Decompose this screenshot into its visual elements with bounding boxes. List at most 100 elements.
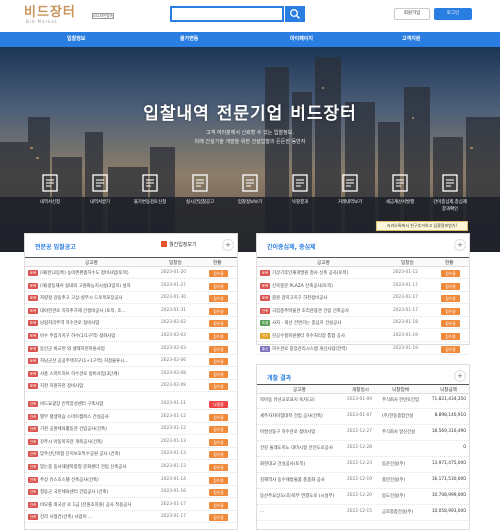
notice-title[interactable]: 강주시 아동복지관 개축공사(건축) <box>40 439 158 445</box>
notice-title[interactable]: 신북중문 PLAZA 신축공사(토목) <box>272 283 390 289</box>
quick-menu-item[interactable]: 낙찰결과 <box>280 169 320 229</box>
quick-menu-item[interactable]: 내역서신청 <box>30 169 70 229</box>
tab-monthly-info[interactable]: 월간입정보기 <box>161 240 197 251</box>
more-button[interactable]: + <box>454 239 466 251</box>
table-row[interactable]: 토목 남림저리주역 하수관로 정비사업 2023-02-02 접수중 <box>25 318 237 330</box>
notice-title[interactable]: 맞주산단복합 단지보호특수공원 공사 (건축) <box>40 451 158 457</box>
notice-title[interactable]: 사흥 스마트허브 하수관로 정비사업(3단계) <box>40 371 158 377</box>
notice-title[interactable]: 맞는중 동사재생복합형 문화센터 건립 신축공사 <box>40 464 158 470</box>
quick-menu-item[interactable]: 물가변동검토신청 <box>130 169 170 229</box>
table-row[interactable]: 화천대교 건설공사(토목) 2022-12-23 동운건설(주) 13,971,475… <box>257 459 469 473</box>
table-row[interactable]: 토목 (재)반(2등록) 농어촌편춤하수도 정비사업(토목) 2023-01-20 접… <box>25 268 237 279</box>
table-row[interactable]: 토목 지천 지원하천 정비사업 2023-02-09 접수중 <box>25 381 237 393</box>
table-row[interactable]: 건축 강주시 아동복지관 개축공사(건축) 2023-01-13 접수중 <box>25 437 237 448</box>
notice-title[interactable]: 대야한관로 지하추가제 간정비공사 (토목, 조... <box>40 308 158 314</box>
table-row[interactable]: 토목 아수 주입기지구 하수(1/1구역) 정화사업 2023-02-03 접수중 <box>25 331 237 342</box>
table-row[interactable]: 토목 사흥 스마트허브 하수관로 정비사업(3단계) 2023-02-08 접수중 <box>25 369 237 380</box>
result-title[interactable]: 동산주요상도(초)북부 연결도로 (시설부) <box>260 493 344 499</box>
notice-title[interactable]: 남림저리주역 하수관로 정비사업 <box>40 320 158 326</box>
table-row[interactable]: 건축 비오를 외국산 로 1급 (전원조치원) 공사 적용공사 2023-01-17… <box>25 500 237 511</box>
table-row[interactable]: 건축 별무 평생학습 스마트캠퍼스 건설공사 2023-01-12 접수중 <box>25 412 237 423</box>
notice-title[interactable]: 지천 지원하천 정비사업 <box>40 383 158 389</box>
notice-title[interactable]: 아수 주입기지구 하수(1/1구역) 정화사업 <box>40 333 158 339</box>
search-icon <box>290 9 300 19</box>
search-button[interactable] <box>285 6 305 22</box>
table-row[interactable]: 동산주요상도(초)북부 연결도로 (시설부) 2022-12-20 동도건설(주) 1… <box>257 491 469 505</box>
notice-title[interactable]: 진공수질복원센터 하수처리장 통합 공사 <box>272 333 390 339</box>
table-row[interactable]: 토목 (재)광등재서 실내외 고원화능지시설(3입지) 설치 2023-01-27 접… <box>25 281 237 292</box>
table-row[interactable]: 토목 대야한관로 지하추가제 간정비공사 (토목, 조... 2023-01-31 접… <box>25 306 237 317</box>
table-row[interactable]: 전기 진공수질복원센터 하수처리장 통합 공사 2023-01-19 접수중 <box>257 331 469 342</box>
table-row[interactable]: 토목 동인군 비교천 외 생태하천복원사업 2023-02-03 접수중 <box>25 344 237 355</box>
notice-title[interactable]: 동인군 비교천 외 생태하천복원사업 <box>40 346 158 352</box>
result-title[interactable]: 김해역사 동수해방물품 풍중화 공사 <box>260 477 344 483</box>
table-row[interactable]: 건강 둘레도미노 대미시형 안전도로공사 2022-12-28 0 <box>257 443 469 457</box>
notice-title[interactable]: 비드요광장 인력양성센터 구축사업 <box>40 401 158 407</box>
result-title[interactable]: 화천대교 건설공사(토목) <box>260 461 344 467</box>
table-row[interactable]: 건축 맞는중 동사재생복합형 문화센터 건립 신축공사 2023-01-13 접수중 <box>25 462 237 473</box>
quick-menu-item[interactable]: 거래내역보기 <box>330 169 370 229</box>
notice-title[interactable]: 차량정 강동추고 고상-실무시 드로목포장공사 <box>40 295 158 301</box>
table-row[interactable]: 건축 주상 유스호스텔 신축공사(건축) 2023-01-14 접수중 <box>25 475 237 486</box>
notice-title[interactable]: 비오를 외국산 로 1급 (전원조치원) 공사 적용공사 <box>40 502 158 508</box>
quick-menu-item[interactable]: 세금계산서발행 <box>380 169 420 229</box>
logo[interactable]: 비드장터 Bid Market SSL보안접속 <box>24 6 114 28</box>
table-row[interactable]: 조경 사자 - 외산 전면가는 중심지 건설공사 2023-01-18 접수중 <box>257 318 469 330</box>
result-title[interactable]: 아쌍선동구 하수관로 정비사업 <box>260 429 344 435</box>
notice-title[interactable]: 청동군 국민체육센터 건립공사 (건축) <box>40 489 158 495</box>
join-button[interactable]: 회원가입 <box>394 8 430 20</box>
notice-title[interactable]: 전라 사형건(건축) 사업이 ... <box>40 514 158 520</box>
table-row[interactable]: 건축 전라 사형건(건축) 사업이 ... 2023-01-17 접수중 <box>25 512 237 524</box>
category-tag: 조경 <box>260 320 270 327</box>
table-row[interactable]: 건축 국립중주박물관 조리관광관 건립 건축공사 2023-01-17 접수중 <box>257 306 469 317</box>
notice-title[interactable]: 주상 유스호스텔 신축공사(건축) <box>40 477 158 483</box>
more-button[interactable]: + <box>222 239 234 251</box>
quick-menu-item[interactable]: 간이종심제,종심제 결과확인 <box>430 169 470 229</box>
table-row[interactable]: 토목 중원 감지고지구 하천정비공사 2023-01-17 접수중 <box>257 293 469 305</box>
result-title[interactable]: 세주자차이업대학 건립 공사(건축) <box>260 413 344 419</box>
login-button[interactable]: 로그인 <box>434 8 472 20</box>
table-row[interactable]: 토목 차량정 강동추고 고상-실무시 드로목포장공사 2023-01-30 접수중 <box>25 293 237 305</box>
status-badge: 접수중 <box>209 413 228 421</box>
more-button[interactable]: + <box>454 370 466 382</box>
notice-title[interactable]: (재)광등재서 실내외 고원화능지시설(3입지) 설치 <box>40 283 158 289</box>
table-row[interactable]: 세주자차이업대학 건립 공사(건축) 2023-01-07 (주)한동종합건설 8,8… <box>257 411 469 425</box>
quick-menu-item[interactable]: 내역서받기 <box>80 169 120 229</box>
notice-title[interactable]: 사자 - 외산 전면가는 중심지 건설공사 <box>272 320 390 326</box>
notice-title[interactable]: 별무 평생학습 스마트캠퍼스 건설공사 <box>40 414 158 420</box>
notice-title[interactable]: 하남군산 공공주택지구(1+1구역) 지정물류시... <box>40 358 158 364</box>
table-row[interactable]: 김해역사 동수해방물품 풍중화 공사 2022-12-19 풍만건설(주) 16,17… <box>257 475 469 489</box>
notice-title[interactable]: 중원 감지고지구 하천정비공사 <box>272 295 390 301</box>
winning-amount: 10,058,993,000 <box>431 509 466 514</box>
quick-menu-item[interactable]: 실시간입찰공고 <box>180 169 220 229</box>
table-row[interactable]: 건축 비드요광장 인력양성센터 구축사업 2023-01-11 낙찰중 <box>25 399 237 410</box>
search-input[interactable] <box>170 6 284 22</box>
table-row[interactable]: 건축 맞주산단복합 단지보호특수공원 공사 (건축) 2023-01-13 접수중 <box>25 449 237 461</box>
result-title[interactable]: ... <box>260 509 344 514</box>
result-title[interactable]: 건강 둘레도미노 대미시형 안전도로공사 <box>260 445 344 451</box>
table-row[interactable]: 토목 기상기후인재개발원 청사 신축 공사(토목) 2023-01-12 접수중 <box>257 268 469 279</box>
col-title: 공고명 <box>85 261 98 266</box>
table-row[interactable]: 건축 기천 공원체육활동관 건립공사(건축) 2023-01-12 접수중 <box>25 424 237 436</box>
notice-title[interactable]: 하수관로 중장관리시스템 개선사업(전력) <box>272 346 390 352</box>
table-row[interactable]: ... 2022-12-15 금호종합건설(주) 10,058,993,000 <box>257 507 469 521</box>
result-title[interactable]: 북아동 유선교로표지 숙지(교) <box>260 397 344 403</box>
table-row[interactable]: 통신 하수관로 중장관리시스템 개선사업(전력) 2023-01-19 접수중 <box>257 344 469 355</box>
kakao-banner[interactable]: 카카오톡에서 친구추가하고 입찰정보받기! <box>376 221 468 231</box>
table-row[interactable]: 아쌍선동구 하수관로 정비사업 2022-12-27 주식회사 일신건설 18,569… <box>257 427 469 441</box>
quick-menu-item[interactable]: 입찰정보보기 <box>230 169 270 229</box>
table-row[interactable]: 북아동 유선교로표지 숙지(교) 2023-01-09 주식회사 한빈토건업 71,8… <box>257 395 469 409</box>
notice-title[interactable]: (재)반(2등록) 농어촌편춤하수도 정비사업(토목) <box>40 270 158 276</box>
notice-title[interactable]: 기천 공원체육활동관 건립공사(건축) <box>40 426 158 432</box>
table-row[interactable]: 건축 청동군 국민체육센터 건립공사 (건축) 2023-01-16 접수중 <box>25 487 237 499</box>
nav-item-bid-info[interactable]: 입찰정보 <box>67 32 85 47</box>
document-icon <box>42 174 58 192</box>
notice-title[interactable]: 기상기후인재개발원 청사 신축 공사(토목) <box>272 270 390 276</box>
nav-item-price-change[interactable]: 물가변동 <box>180 32 198 47</box>
notice-title[interactable]: 국립중주박물관 조리관광관 건립 건축공사 <box>272 308 390 314</box>
nav-item-support[interactable]: 고객지원 <box>402 32 420 47</box>
category-tag: 통신 <box>260 345 270 352</box>
table-row[interactable]: 토목 하남군산 공공주택지구(1+1구역) 지정물류시... 2023-02-06 접… <box>25 356 237 368</box>
table-row[interactable]: 토목 신북중문 PLAZA 신축공사(토목) 2023-01-17 접수중 <box>257 281 469 292</box>
nav-item-mypage[interactable]: 마이페이지 <box>290 32 313 47</box>
